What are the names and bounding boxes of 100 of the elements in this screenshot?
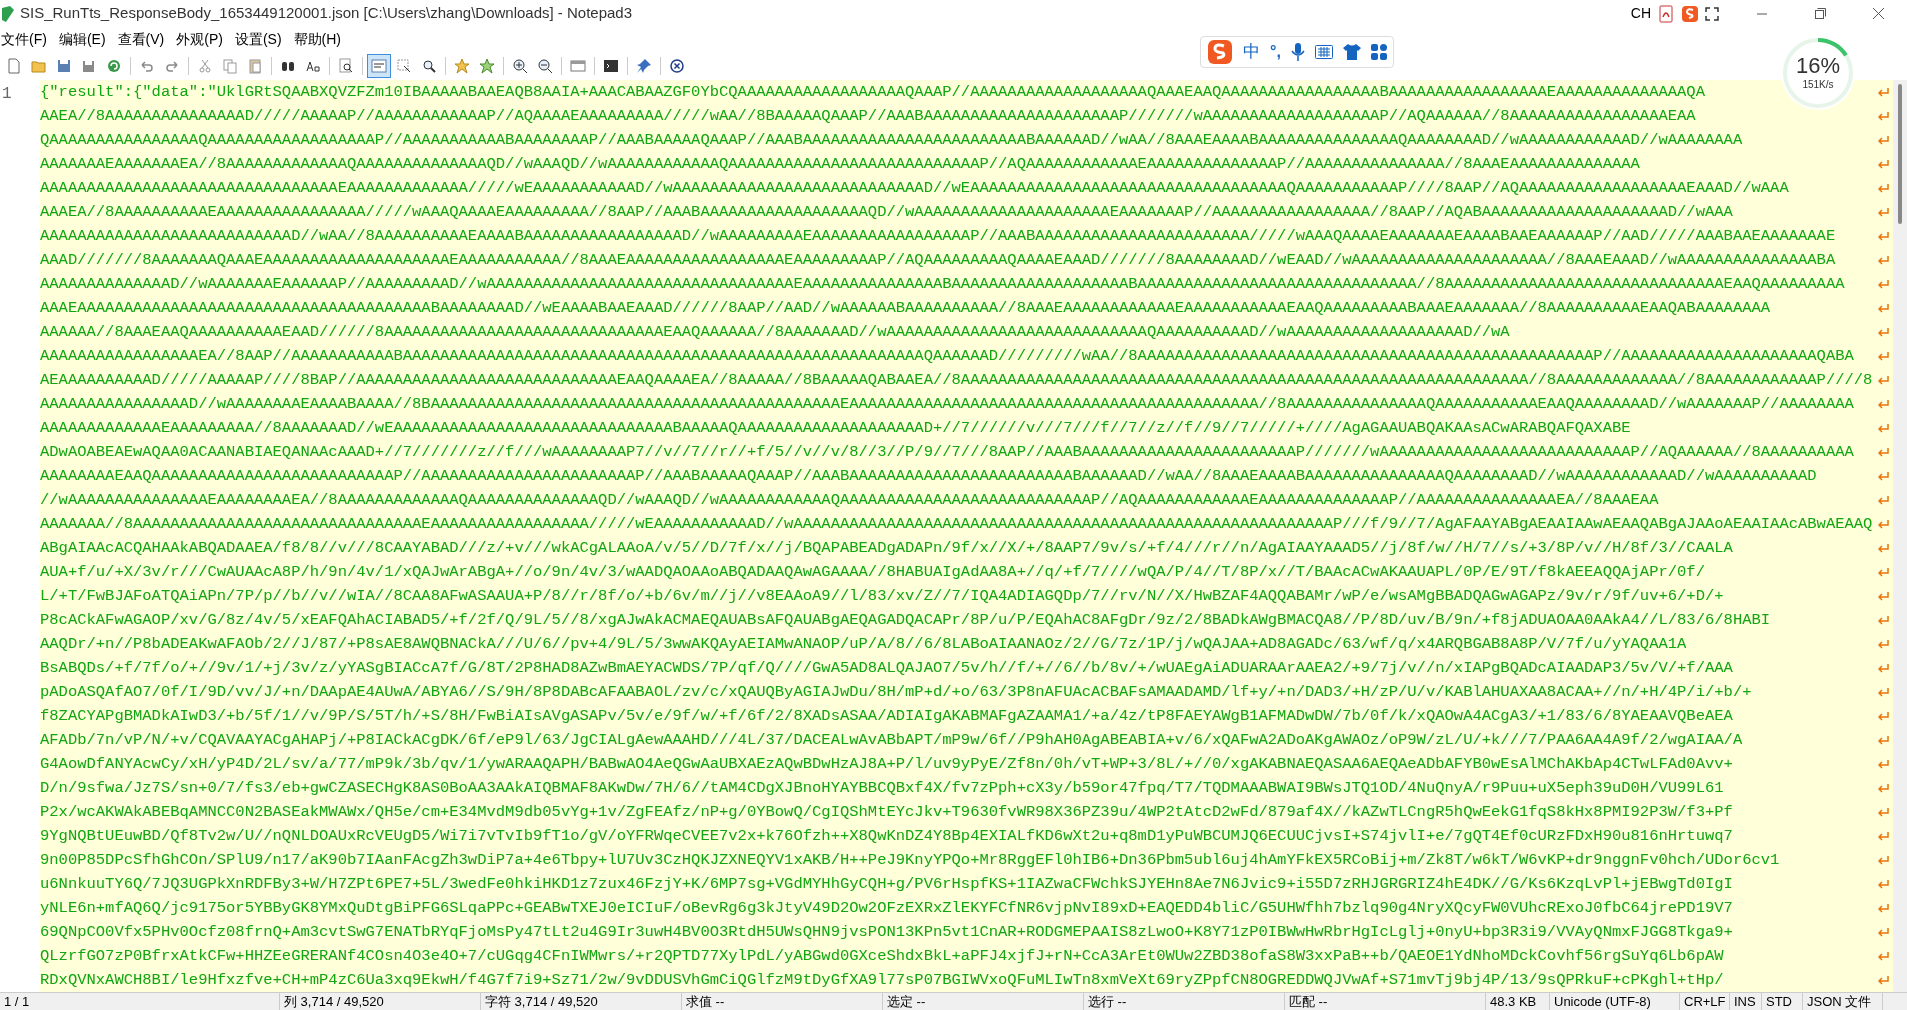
- code-line: AAAAAAAAAAAAAEAAAAAAAAA//8AAAAAAAD//wEAAAAAAAAAAAAAAAAAAAAAAAAAAAAAABAAAAAQAAAAAAAAAAAAAAAAAAAAD+//7//////v///7///f//7//z//f//9//7/////+////AgAGAAUABQAKAAsACwARABQAFQAXABE: [40, 418, 1631, 439]
- wrap-mark-icon: [1877, 254, 1889, 266]
- code-line: AFADb/7n/vP/N/+v/CQAVAAYACgAHAPj/+P8IACkACgDK/6f/eP9l/63/JgCIALgAewAAAHD///4L/37/DACEALwAvABbAPT/mP9w/6f//P9hAH0AgABEABIA+v/6/xQAFwA2ADoAKgAWAOz/oP9W/zL/U/+k///7/PAA6AA4A9f/2/wgAIAA/A: [40, 730, 1743, 751]
- wrap-mark-icon: [1877, 422, 1889, 434]
- code-line: AAAEAAAAAAAAAAAAAAAAAAAAAAAAAAAAAAAAAAAAAABAAAAAAAAD//wEAAAABAAEAAAD//////8AAP//AAD//wAAAAAABAAAAAAAAAA//8AAAEAAAAAAAAAAAAEAAAAAAAAAAAEAAQAAAAAAAAABAAAEAAAAAAA//8AAAAAAAAAAEAAQABAAAAAAAA: [40, 298, 1771, 319]
- wrap-mark-icon: [1877, 974, 1889, 986]
- code-line: 69QNpCO0Vfx5PHv0Ocfz08frnQ+Am3cvtSwG7ENATbRYqFjoMsPy47tLt2u4G9Ir3uwH4BV0O3RtdH5UWsQHN9jvsPON13KPn5vt1CnAR+RODGMEPAAIS8zLwoO+K8Y71zP0IBWwHwRbrHgIcLglj+0nyU+bp3R3i9/VVAyQNmxFJGG8Tkga9+: [40, 922, 1733, 943]
- word-wrap-button[interactable]: [367, 53, 391, 78]
- menu-item[interactable]: 设置(S): [228, 28, 288, 50]
- wrap-mark-icon: [1877, 878, 1889, 890]
- new-file-icon: [6, 57, 22, 74]
- code-line: AAAAAAAAEAAQAAAAAAAAAAAAAAAAAAAAAAAAAAP//AAAAAAAAAAAAAAAAAAAAAAAP//AAABAAAAAQAAAP//AAABAAAAAAAAAAAAAAAAAAAAAAAABAAAAAAD//wAA//8AAAEAAAABAAAAAAAAAAAAAAAQAAAAAAAAD//wAAAAAAAAAAAAD//wAAAAAAAAAAD: [40, 466, 1817, 487]
- wrap-mark-icon: [1877, 86, 1889, 98]
- wrap-mark-icon: [1877, 182, 1889, 194]
- code-line: AAAAAAAEAAAAAAAEA//8AAAAAAAAAAAAAQAAAAAAAAAAAAAAQD//wAAAQD//wAAAAAAAAAAAAQAAAAAAAAAAAAAAAAAAAAAAAAAAAP//AQAAAAAAAAAAAAEAAAAAAAAAAAAAAP//AAAAAAAAAAAAAAA//8AAAEAAAAAAAAAAAAAA: [40, 154, 1640, 175]
- pdf-icon[interactable]: [1657, 4, 1675, 23]
- app-icon: [2, 5, 14, 22]
- status-field: INS: [1730, 991, 1762, 1010]
- wrap-mark-icon: [1877, 614, 1889, 626]
- status-field: 匹配 --: [1285, 991, 1486, 1010]
- expand-icon[interactable]: [1705, 6, 1719, 21]
- star-plus-icon: [479, 57, 495, 74]
- menu-item[interactable]: 查看(V): [111, 28, 171, 50]
- punctuation-toggle[interactable]: °,: [1270, 40, 1281, 64]
- code-line: D/n/9sfwa/Jz7S/sn+0/7/fs3/eb+gwCZASECHgK8AS0BoAA3AAkAIQBMAF8AKwDw/7H/6//tAM4CDgXJBnoHYAYBBCQBxf4X/fv7zPph+cX3y/b59or47fpq/T7/TQDMAAABWAI9BWsJTQ1OD/4NuQnyA/r9Puu+uX5eph39uD0H/VU99L61: [40, 778, 1724, 799]
- paste-icon: [247, 57, 263, 74]
- input-mode-toggle[interactable]: 中: [1243, 39, 1260, 65]
- code-line: ABgAIAAcACQAHAAkABQADAAEA/f8/8//v///8CAAYABAD///z/+v///wkACgALAAoA/v/5//D/7f/x//j/BQAPABEADgADAPn/9f/x//X/+/8AAP7/9v/s/+f/4///r//n/AgAIAAYAAAD5//j/8f/w//H/7//s/+3/8P/v//H/8f/3//CAALA: [40, 538, 1733, 559]
- code-line: L/+T/FwBJAFoATQAiAPn/7P/p//b//v//wIA//8CAA8AFwASAAUA+P/8//r/8f/o/+b/6v/m//j//v8EAAoA9//l/83/xv/Z//7/IQA4ADIAGQDp/7//rv/N//X/HwBZAF4AQQABAMr/wP/e/wsAMgBBADQAGwAGAPz/9v/r/9f/uv+6/+D/+: [40, 586, 1724, 607]
- code-line: AUA+f/u/+X/3v/r///CwAUAAcA8P/h/9n/4v/1/xQAJwArABgA+//o/9n/4v/3/wAADQAOAAoABQADAAQAwAGAAAA//8HABUAIgAdAA8A+//q/+f/7////wQA/P/4//T/8P/x//T/BAAcACwAKAAUAPL/0P/E/9T/f8kAEEAQQAjAPr/0f/: [40, 562, 1705, 583]
- wrap-mark-icon: [1877, 518, 1889, 530]
- ime-logo-icon[interactable]: [1681, 4, 1699, 23]
- status-field: 选定 --: [883, 991, 1084, 1010]
- speed-text: 151K/s: [1802, 77, 1834, 92]
- ime-logo-icon[interactable]: [1207, 39, 1233, 65]
- keyboard-icon[interactable]: [1314, 45, 1333, 59]
- scrollbar[interactable]: [1893, 80, 1907, 992]
- window-title: SIS_RunTts_ResponseBody_1653449120001.json [C:\Users\zhang\Downloads] - Notepad3: [20, 3, 633, 24]
- code-line: QLzrfGO7zP0BfrxAtkCFw+HHZEeGRERANf4COsn4O3e4O+7/cUGqg4CFnIWMwrs/+r2QPTD77XylPdL/yABGwd0GXceShdxBkL+aPFJ4xjfJ+rN+CcA3ArEt0WUw2ZBD38ofaS8W3xxPaB++b/QAEOE1YdNhoMDckCovhf56rgSuYq6Lb6pAW: [40, 946, 1724, 967]
- wrap-mark-icon: [1877, 206, 1889, 218]
- zoom-in-icon: [512, 57, 528, 74]
- code-line: AAAAAAAAAAAAAAD//wAAAAAAAEAAAAAAP//AAAAAAAAAD//wAAAAAAAAAAAAAAAAAAAAAAAAAAAAAAAAAEAAAAAAAAAAAAAAABAAAAAAAAAAAAAAAAAAABAAAAAAAAAAAAAAAAAAAAAAAAAAAAAA//8AAAAAAAAAAAAAAAAAAAAAAAAAAAAAAEAAQAAAAAAAAA: [40, 274, 1845, 295]
- code-line: QAAAAAAAAAAAAAAAAQAAAAAAAAAAAAAAAAAAP//AAAAAAAAAAABAAAAAAAAP//AAABAAAAAQAAAP//AAABAAAAAAAAAAAAAAAAAAAAAAAABAAAAAAD//wAA//8AAAEAAAABAAAAAAAAAAAAAAAQAAAAAAAAD//wAAAAAAAAAAAAD//wAAAAAAAA: [40, 130, 1743, 151]
- close-circle-icon: [669, 57, 685, 74]
- wrap-mark-icon: [1877, 374, 1889, 386]
- microphone-icon[interactable]: [1290, 43, 1305, 61]
- language-indicator[interactable]: CH: [1630, 3, 1651, 24]
- word-wrap-icon: [371, 57, 387, 74]
- code-line: AEAAAAAAAAAAD/////AAAAAP////8BAP//AAAAAAAAAAAAAAAAAAAAAAAAAAAAEAAQAAAAEA//8AAAAA//8BAAAAAQABAAEA//8AAAAAAAAAAAAAAAAAAAAAAAAAAAAAAAAAAAAAAAAAAAAAAAAAAAAAAAAAAAAA//8AAAAAAAAAAAAA//8AAAAAAAAAAAAP////8: [40, 370, 1873, 391]
- terminal-icon: [603, 57, 619, 74]
- window-icon: [570, 57, 586, 74]
- status-field: 字符 3,714 / 49,520: [481, 991, 682, 1010]
- cut-icon: [197, 57, 213, 74]
- status-field: JSON 文件: [1803, 991, 1883, 1010]
- zoom-out-icon: [537, 57, 553, 74]
- wrap-mark-icon: [1877, 494, 1889, 506]
- wrap-mark-icon: [1877, 278, 1889, 290]
- code-line: AAAAAAAAAAAAAAAAD//wAAAAAAAAEAAAABAAAA//8BAAAAAAAAAAAAAAAAAAAAAAAAAAAAAAAAAAAAAAAAAAAAEAAAAAAAAAAAAAAAAAAAAAAAAAAAAAAAAAAAAAAAAAAAA//8AAAAAAAAAAAAAAAQAAAAAAAAAAAEAAQAAAAAAAAD//wAAAAAAAP//AAAAAAAA: [40, 394, 1854, 415]
- wrap-mark-icon: [1877, 686, 1889, 698]
- save-icon: [56, 57, 72, 74]
- status-field: 选行 --: [1084, 991, 1285, 1010]
- code-line: yNLE6n+mfAQ6Q/jc9175or5YBByGK8YMxQuDtgBiPFG6SLqaPPc+GEABwTXEJ0eICIuF/oBevRg6g3kJtyV49D2Ow2OFzEXRxZlEKYFCfNR6vjpNvI89xD+EAQEDD4bliC/G5UHWfhh7bzlq90g4NryXQcyFW0VUhcRExoJ0fbC64jrePD19V7: [40, 898, 1733, 919]
- wrap-mark-icon: [1877, 326, 1889, 338]
- minimize-icon: [1757, 12, 1767, 15]
- code-line: AAAAAAAAAAAAAAAAAAAAAAAAAAAAAAAAEAAAAAAAAAAAAA/////wEAAAAAAAAAAAD//wAAAAAAAAAAAAAAAAAAAAAAAAAAAD//wEAAAAAAAAAAAAAAAAAAAAAAAAAAAAAAAAAAQAAAAAAAAAAAP////8AAP//AQAAAAAAAAAAAAAAAAAAEAAAD//wAAA: [40, 178, 1789, 199]
- percent-text: 16%: [1795, 54, 1840, 77]
- grid-icon[interactable]: [1370, 44, 1387, 60]
- copy-icon: [222, 57, 238, 74]
- status-field: 列 3,714 / 49,520: [280, 991, 481, 1010]
- status-field: CR+LF: [1680, 991, 1730, 1010]
- code-line: AAAAAAA//8AAAAAAAAAAAAAAAAAAAAAAAAAAAAAAAEAAAAAAAAAAAAAAAAA/////wEAAAAAAAAAAAD//wAAAAAAAAAAAAAAAAAAAAAAAAAAAAAAAAAAAAAAAAAAAAAAAAAAAAAAAAAAP///f/9//7/AgAFAAYABgAEAAIAAwAEAAQABgAJAAoAEAAIAAcABwAEAAQ: [40, 514, 1873, 535]
- code-line: //wAAAAAAAAAAAAAAAEAAAAAAAAEA//8AAAAAAAAAAAAAQAAAAAAAAAAAAAAQD//wAAAQD//wAAAAAAAAAAAAQAAAAAAAAAAAAAAAAAAAAAAAAAAAP//AQAAAAAAAAAAAAEAAAAAAAAAAAAAAP//AAAAAAAAAAAAAAAEA//8AAAEAA: [40, 490, 1659, 511]
- code-line: AAAAAA//8AAAEAAQAAAAAAAAAAEAAD//////8AAAAAAAAAAAAAAAAAAAAAAAAAAAAAAEAAQAAAAAA//8AAAAAAAD//wAAAAAAAAAAAAAAAAAAAAAAAAAAAAQAAAAAAAAAAD//wAAAAAAAAAAAAAAAAAAAD//wA: [40, 322, 1510, 343]
- scrollbar-thumb[interactable]: [1898, 84, 1902, 224]
- code-line: AAQDr/+n//P8bADEAKwAFAOb/2//J/87/+P8sAE8AWQBNACkA///U/6//pv+4/9L/5/3wwAKQAyAEIAMwANAOP/uP/A/8//6/8LABoAIAANAOz/2//G/7z/1P/j/wQAJAA+AD8AGADc/63/wf/q/x4ARQBGAB8A8P/V/7f/u/yYAQAA1A: [40, 634, 1687, 655]
- code-line: P2x/wcAKWAkABEBqAMNCC0N2BASEakMWAWx/QH5e/cm+E34MvdM9db05vYg+1v/ZgFEAfz/nP+g/0YBowQ/CgIQShMtEYcJkv+T9630fvWR98X36PZ39u/4WP2tAtcD2wFd/879af4X//kAZwTLCngR5hQwEekG1fqS8kHx8PMI92P3W/f3+Pf: [40, 802, 1733, 823]
- code-line: u6NnkuuTY6Q/7JQ3UGPkXnRDFBy3+W/H7ZPt6PE7+5L/3wedFe0hkiHKD1z7zux46FzjY+K/6MP7sg+VGdMYHhGyCQH+g/PV6rHspfKS+1IAZwaCFWchkSJYEHn8Ae7N6Jvic9+i55D7zRHJGRGRIZ4hE4DK//G/Ks6KzqLvPl+jEBwgTd0IgI: [40, 874, 1733, 895]
- code-line: RDxQVNxAWCH8BI/le9Hfxzfve+CH+mP4zC6Ua3xq9EkwH/f4G7f7i9+Sz71/2w/9vDDUSVhGmCiQGlfzM9tDyGfXA9l77sP07BGIWVxoQFuMLIwTn8xmVeXt69ryZPpfCN8OGREDDWQJVwAf+S71mvTj9bj4P/13/9sQPRkuF+cPKghl+tHp/: [40, 970, 1724, 991]
- code-line: pADoASQAfAO7/0f/I/9D/vv/J/+n/DAApAE4AUwA/ABYA6//S/9H/8P8DABcAFAABAOL/zv/c/xQAUQByAGIAJwDu/8H/mP+d/+o/63/3P8nAFUAcACBAFsAMAADAMD/lf+y/+n/DAD3/+H/zP/U/v/KABlAHUAXAA8ACAA+//n/+H/4P/i/+b/+: [40, 682, 1752, 703]
- code-line: AAAEA//8AAAAAAAAAAEAAAAAAAAAAAAAAAA/////wAAAQAAAAEAAAAAAAAA//8AAP//AAABAAAAAAAAAAAAAAAAAAQD//wAAAAAAAAAAAAAAAAAAAAAEAAAAAAAP//AAAAAAAAAAAAAAAAA//8AAP//AQABAAAAAAAAAAAAAAAAAAAAD//wAAA: [40, 202, 1733, 223]
- menu-item[interactable]: 编辑(E): [52, 28, 112, 50]
- menu-item[interactable]: 外观(P): [170, 28, 229, 50]
- magnifier-page-icon: [338, 57, 354, 74]
- code-line: 9YgNQBtUEuwBD/Qf8Tv2w/U//nQNLDOAUxRcVEUgD5/Wi7i7vTvIb9fT1o/gV/oYFRWqeCVEE7v2x+k76Ofzh++X8QwKnDZ4Y8Bp4EXIALfKD6wXt2u+q8mD1yPuWBCUMJQ6ECUUCjvsI+S74jvlI+e/7gQT4Ef0cURzFDxH90u816nHrtuwq7: [40, 826, 1733, 847]
- wrap-mark-icon: [1877, 782, 1889, 794]
- status-field: 求值 --: [682, 991, 883, 1010]
- code-line: 9n00P85DPcSfhGhCOn/SPlU9/n17/aK90b7IAanFAcgZh3wDiP7a+4e6Tbpy+lU7Uv3CzHQKJZXNEQYV1xAKB/H++PeJ9KnyYPQo+Mr8RggEFl0hIB6+Dn36Pbm5ubl6uj4hAmYFkEX5RCoBij+m/Zk8T/w6kT/W6vKP+dr9nggnFv0hch/UDor6cv1: [40, 850, 1780, 871]
- pin-icon: [636, 57, 652, 74]
- wrap-mark-icon: [1877, 902, 1889, 914]
- menu-item[interactable]: 帮助(H): [287, 28, 347, 50]
- shirt-icon[interactable]: [1342, 44, 1361, 60]
- wrap-mark-icon: [1877, 350, 1889, 362]
- status-field: STD: [1762, 991, 1803, 1010]
- wrap-mark-icon: [1877, 230, 1889, 242]
- wrap-mark-icon: [1877, 734, 1889, 746]
- find-icon: [421, 57, 437, 74]
- wrap-mark-icon: [1877, 950, 1889, 962]
- menu-item[interactable]: 文件(F): [0, 28, 53, 50]
- status-field: 1 / 1: [0, 991, 280, 1010]
- wrap-mark-icon: [1877, 710, 1889, 722]
